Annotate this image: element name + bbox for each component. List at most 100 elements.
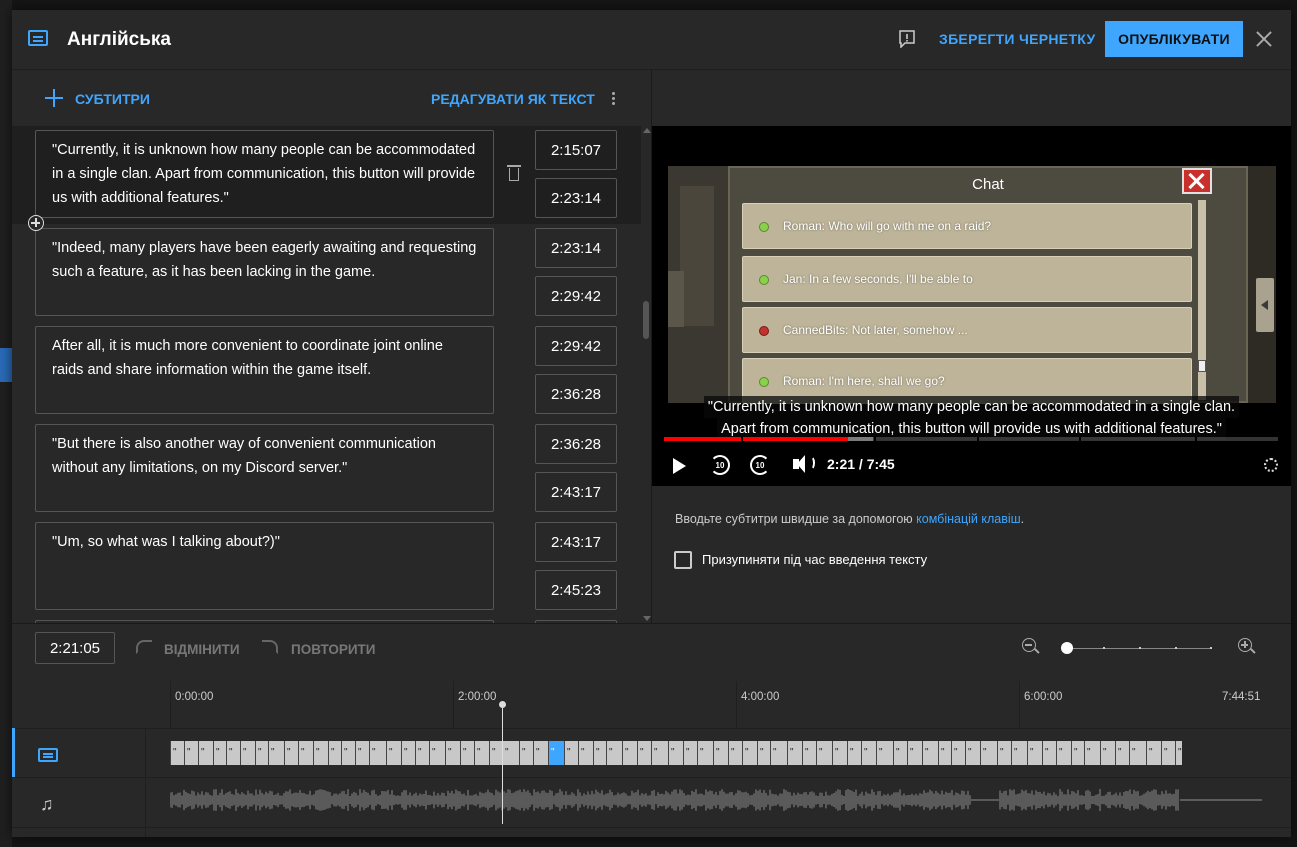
timeline-subtitle-block[interactable]: " [198, 741, 213, 765]
timeline-subtitle-block[interactable]: " [997, 741, 1011, 765]
end-time-field[interactable]: 2:29:42 [535, 276, 617, 316]
redo-button[interactable]: ПОВТОРИТИ [291, 642, 376, 657]
add-icon[interactable] [45, 89, 63, 107]
timeline-subtitle-block[interactable]: " [697, 741, 713, 765]
timeline-subtitle-block[interactable]: " [401, 741, 415, 765]
timeline-subtitle-block[interactable]: " [1100, 741, 1115, 765]
timeline-subtitle-block[interactable]: " [460, 741, 474, 765]
timeline-subtitle-block[interactable]: " [606, 741, 622, 765]
timeline-subtitle-block[interactable]: " [268, 741, 284, 765]
timeline-subtitle-block[interactable]: " [1175, 741, 1182, 765]
timeline-subtitle-block[interactable]: " [213, 741, 226, 765]
video-player[interactable]: Chat Roman: Who will go with me on a rai… [652, 126, 1291, 486]
timeline-subtitle-block[interactable]: " [1084, 741, 1100, 765]
redo-icon[interactable] [262, 640, 278, 654]
timeline-subtitle-block[interactable]: " [1027, 741, 1042, 765]
timeline-subtitle-block[interactable]: " [668, 741, 683, 765]
pause-while-typing-checkbox[interactable] [674, 551, 692, 569]
current-timecode-field[interactable]: 2:21:05 [35, 632, 115, 664]
feedback-icon[interactable] [898, 30, 916, 48]
timeline-subtitle-block[interactable]: " [922, 741, 938, 765]
timeline-subtitle-block[interactable]: " [1056, 741, 1071, 765]
timeline-subtitle-block[interactable]: " [713, 741, 728, 765]
subtitle-list-scrollbar[interactable] [641, 126, 651, 623]
timeline-subtitle-block[interactable]: " [938, 741, 951, 765]
timeline-subtitle-block[interactable]: " [1129, 741, 1146, 765]
timeline-subtitle-block[interactable]: " [907, 741, 922, 765]
edit-as-text-button[interactable]: РЕДАГУВАТИ ЯК ТЕКСТ [431, 91, 595, 107]
subtitle-text-field[interactable]: "Currently, it is unknown how many peopl… [35, 130, 494, 218]
undo-button[interactable]: ВІДМІНИТИ [164, 642, 240, 657]
timeline-subtitle-block[interactable]: " [313, 741, 328, 765]
start-time-field[interactable]: 2:23:14 [535, 228, 617, 268]
scroll-down-icon[interactable] [643, 616, 651, 621]
timeline-subtitle-block[interactable]: " [355, 741, 369, 765]
publish-button[interactable]: ОПУБЛІКУВАТИ [1105, 21, 1243, 57]
more-options-icon[interactable] [606, 91, 620, 107]
end-time-field[interactable]: 2:23:14 [535, 178, 617, 218]
timeline-subtitle-block[interactable]: " [533, 741, 548, 765]
timeline-subtitle-block[interactable]: " [802, 741, 816, 765]
timeline-subtitle-block[interactable]: " [386, 741, 401, 765]
insert-subtitle-icon[interactable] [28, 215, 44, 231]
timeline-subtitle-block[interactable]: " [893, 741, 907, 765]
subtitle-track[interactable]: " " " " " " " " " " " " " " " " " " " " " " " " " " " " " " " " " " " " " " " "… [170, 741, 1182, 765]
timeline-subtitle-block[interactable]: " [622, 741, 637, 765]
timeline-subtitle-block[interactable]: " [1161, 741, 1175, 765]
timeline-subtitle-block[interactable]: " [489, 741, 502, 765]
rewind-10-icon[interactable]: 10 [710, 455, 730, 475]
timeline-subtitle-block[interactable]: " [787, 741, 802, 765]
add-subtitle-button[interactable]: СУБТИТРИ [75, 91, 150, 107]
timeline-subtitle-block[interactable]: " [951, 741, 965, 765]
scroll-thumb[interactable] [643, 301, 649, 339]
close-icon[interactable] [1254, 29, 1274, 49]
timeline-subtitle-block[interactable]: " [564, 741, 578, 765]
timeline-subtitle-block[interactable]: " [1042, 741, 1056, 765]
subtitle-text-field[interactable]: "Um, so what was I talking about?)" [35, 522, 494, 610]
timeline-subtitle-block[interactable]: " [1011, 741, 1027, 765]
undo-icon[interactable] [136, 640, 152, 654]
timeline-subtitle-block[interactable]: " [637, 741, 651, 765]
zoom-in-icon[interactable] [1238, 638, 1256, 654]
timeline-subtitle-block[interactable]: " [832, 741, 847, 765]
timeline-subtitle-block[interactable]: " [328, 741, 341, 765]
subtitle-text-field[interactable]: "Indeed, many players have been eagerly … [35, 228, 494, 316]
playhead[interactable] [499, 701, 506, 824]
zoom-out-icon[interactable] [1022, 638, 1040, 654]
timeline-subtitle-block[interactable]: " [474, 741, 489, 765]
timeline-subtitle-block[interactable]: " [816, 741, 832, 765]
timeline-subtitle-block[interactable]: " [593, 741, 606, 765]
subtitle-text-field[interactable]: "But there is also another way of conven… [35, 424, 494, 512]
timeline-subtitle-block[interactable]: " [341, 741, 355, 765]
delete-icon[interactable] [507, 164, 521, 182]
timeline-subtitle-block[interactable]: " [1146, 741, 1161, 765]
timeline-subtitle-block[interactable]: " [728, 741, 742, 765]
timeline-subtitle-block[interactable]: " [519, 741, 533, 765]
timeline-subtitle-block[interactable]: " [255, 741, 268, 765]
timeline-subtitle-block[interactable]: " [847, 741, 861, 765]
timeline-subtitle-block[interactable]: " [298, 741, 313, 765]
volume-icon[interactable] [793, 455, 815, 473]
subtitle-text-field[interactable]: After all, it is much more convenient to… [35, 326, 494, 414]
start-time-field[interactable]: 2:29:42 [535, 326, 617, 366]
timeline-subtitle-block[interactable]: " [415, 741, 429, 765]
timeline-subtitle-block[interactable]: " [226, 741, 240, 765]
start-time-field[interactable]: 2:15:07 [535, 130, 617, 170]
timeline-subtitle-block[interactable]: " [770, 741, 787, 765]
timeline-ruler[interactable]: 0:00:00 2:00:00 4:00:00 6:00:00 7:44:51 [170, 681, 1291, 728]
timeline-subtitle-block[interactable]: " [548, 741, 564, 765]
timeline-subtitle-block[interactable]: " [1115, 741, 1129, 765]
progress-bar[interactable] [664, 437, 1278, 441]
timeline-subtitle-block[interactable]: " [445, 741, 460, 765]
timeline-subtitle-block[interactable]: " [980, 741, 997, 765]
start-time-field[interactable]: 2:43:17 [535, 522, 617, 562]
zoom-slider[interactable] [1067, 647, 1212, 649]
timeline-subtitle-block[interactable]: " [651, 741, 668, 765]
timeline-subtitle-block[interactable]: " [369, 741, 386, 765]
timeline-subtitle-block[interactable]: " [861, 741, 876, 765]
timeline-subtitle-block[interactable]: " [284, 741, 298, 765]
forward-10-icon[interactable]: 10 [750, 455, 770, 475]
timeline-subtitle-block[interactable]: " [1071, 741, 1084, 765]
end-time-field[interactable]: 2:45:23 [535, 570, 617, 610]
timeline-subtitle-block[interactable]: " [683, 741, 697, 765]
